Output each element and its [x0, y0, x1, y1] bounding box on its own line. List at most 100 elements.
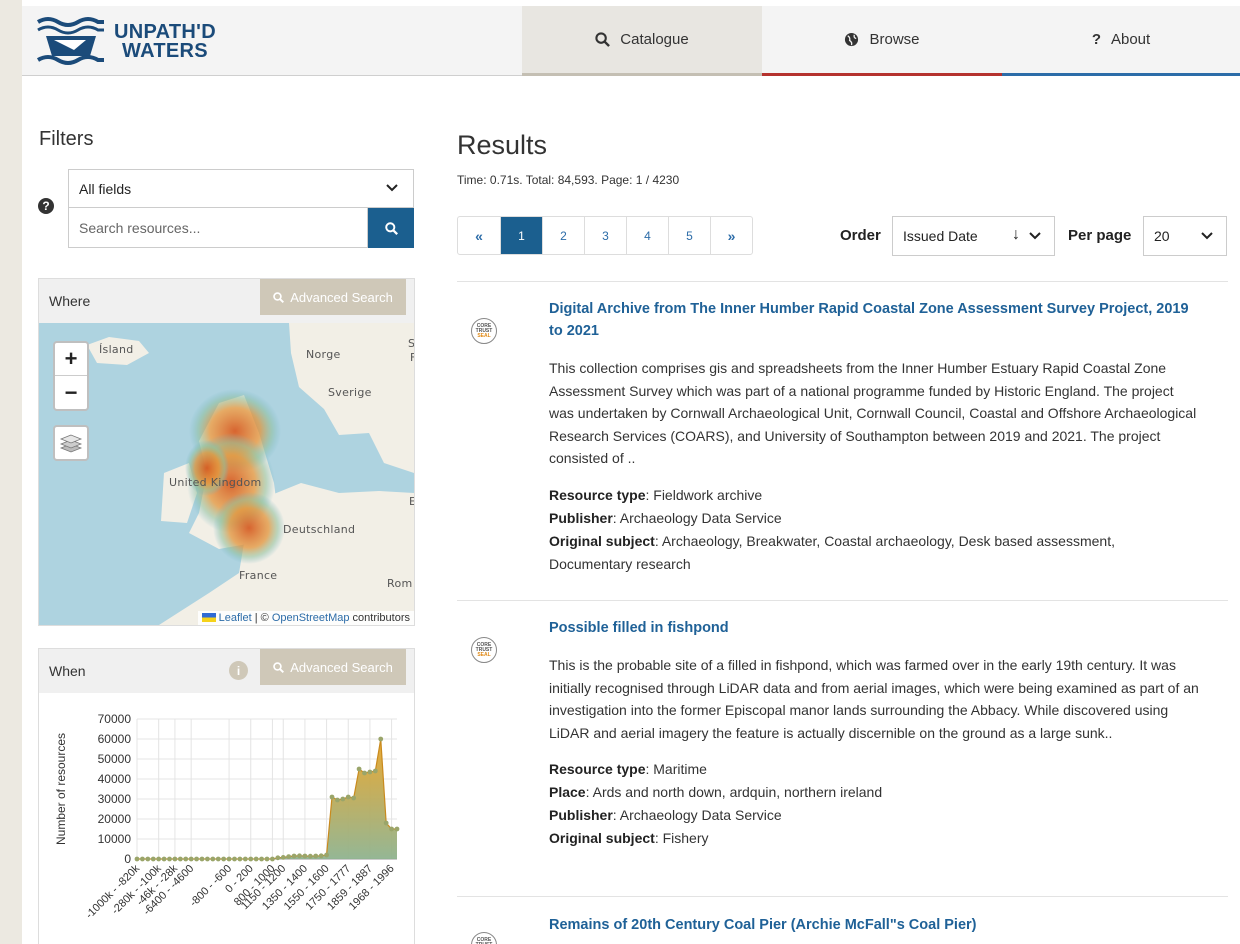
field-select[interactable]: All fields: [68, 169, 414, 208]
meta-key: Resource type: [549, 761, 646, 777]
map-label-norge: Norge: [306, 348, 341, 361]
result-title-link[interactable]: Remains of 20th Century Coal Pier (Archi…: [549, 914, 1199, 936]
data-point: [156, 856, 162, 862]
result-item: Digital Archive from The Inner Humber Ra…: [549, 298, 1199, 576]
map-base: [87, 323, 414, 625]
search-input[interactable]: [68, 208, 368, 248]
meta-key: Resource type: [549, 486, 646, 503]
y-axis-label: Number of resources: [54, 733, 68, 845]
top-header: UNPATH'D WATERS Catalogue Browse ? About: [22, 6, 1240, 76]
divider: [457, 281, 1228, 282]
y-tick-label: 30000: [98, 792, 132, 806]
zoom-in-button[interactable]: +: [55, 343, 87, 376]
result-title-link[interactable]: Digital Archive from The Inner Humber Ra…: [549, 298, 1199, 342]
data-point: [161, 856, 167, 862]
results-title: Results: [457, 130, 548, 160]
leaflet-link[interactable]: Leaflet: [219, 612, 252, 624]
result-meta-row: Original subject: Archaeology, Breakwate…: [549, 530, 1199, 576]
help-icon[interactable]: ?: [38, 198, 54, 214]
field-select-value: All fields: [79, 180, 132, 197]
ukraine-flag-icon: [201, 613, 216, 622]
nav-catalogue[interactable]: Catalogue: [522, 6, 762, 76]
where-label: Where: [49, 293, 91, 309]
layers-icon: [59, 434, 83, 453]
result-meta-row: Publisher: Archaeology Data Service: [549, 804, 1199, 827]
data-point: [356, 766, 362, 772]
when-panel: When i Advanced Search 0 10000 20000 30000 4…: [38, 648, 415, 944]
map-label-rom: Rom: [387, 577, 413, 590]
layers-button[interactable]: [53, 425, 89, 461]
data-point: [140, 856, 145, 862]
when-advanced-search-button[interactable]: Advanced Search: [260, 649, 406, 685]
data-point: [340, 796, 346, 802]
per-page-select[interactable]: 20: [1143, 216, 1227, 256]
map-label-island: Ísland: [99, 343, 134, 356]
results-meta: Time: 0.71s. Total: 84,593. Page: 1 / 42…: [457, 173, 680, 187]
search-icon: [595, 32, 611, 47]
where-advanced-search-label: Advanced Search: [290, 289, 393, 305]
data-point: [389, 826, 394, 832]
meta-value: : Ards and north down, ardquin, northern…: [585, 784, 883, 800]
map-label-s: S: [408, 337, 414, 350]
data-point: [324, 852, 329, 858]
map-label-sverige: Sverige: [328, 386, 372, 399]
map-label-deutschland: Deutschland: [283, 523, 356, 536]
meta-value: : Fieldwork archive: [645, 486, 763, 503]
page-3[interactable]: 3: [584, 217, 626, 254]
when-chart[interactable]: 0 10000 20000 30000 40000 50000 60000 70000 Numb…: [39, 693, 414, 944]
page: UNPATH'D WATERS Catalogue Browse ? About…: [22, 0, 1240, 944]
site-logo[interactable]: UNPATH'D WATERS: [36, 14, 236, 70]
data-point: [226, 856, 232, 862]
data-point: [307, 853, 313, 859]
result-title-link[interactable]: Possible filled in fishpond: [549, 617, 1199, 639]
data-point: [194, 856, 199, 862]
seal-text-3: SEAL: [477, 651, 491, 658]
page-1[interactable]: 1: [500, 217, 542, 254]
osm-link[interactable]: OpenStreetMap: [272, 612, 350, 624]
when-header: When i Advanced Search: [39, 649, 414, 693]
page-last[interactable]: »: [710, 217, 752, 254]
data-point: [394, 826, 400, 832]
map-label-france: France: [239, 569, 278, 582]
globe-icon: [845, 32, 859, 47]
nav-about[interactable]: ? About: [1002, 6, 1240, 76]
data-point: [221, 856, 227, 862]
info-icon[interactable]: i: [229, 661, 248, 680]
map-label-uk: United Kingdom: [169, 476, 262, 489]
where-advanced-search-button[interactable]: Advanced Search: [260, 279, 406, 315]
meta-value: : Maritime: [645, 761, 707, 777]
seal-text-3: SEAL: [477, 332, 491, 339]
map[interactable]: Ísland Norge Sverige United Kingdom Deut…: [39, 323, 414, 625]
where-header: Where Advanced Search: [39, 279, 414, 323]
search-button[interactable]: [368, 208, 414, 248]
map-label-f: F: [410, 351, 414, 364]
y-tick-label: 10000: [98, 832, 132, 846]
data-point: [270, 856, 275, 862]
map-attribution: Leaflet | © OpenStreetMap contributors: [197, 611, 414, 625]
arrow-down-icon[interactable]: ↓: [1012, 226, 1020, 244]
page-4[interactable]: 4: [626, 217, 668, 254]
y-tick-label: 60000: [98, 732, 132, 746]
page-2[interactable]: 2: [542, 217, 584, 254]
result-meta-row: Resource type: Maritime: [549, 758, 1199, 781]
when-advanced-search-label: Advanced Search: [290, 659, 393, 675]
filters-title: Filters: [39, 128, 94, 150]
data-point: [259, 856, 264, 862]
result-meta-row: Original subject: Fishery: [549, 827, 1199, 850]
data-point: [383, 820, 389, 826]
data-point: [134, 856, 140, 862]
core-trust-seal-icon: CORETRUSTSEAL: [471, 318, 497, 344]
y-tick-label: 50000: [98, 752, 132, 766]
zoom-out-button[interactable]: −: [55, 376, 87, 409]
result-meta: Resource type: Fieldwork archive Publish…: [549, 484, 1199, 576]
page-5[interactable]: 5: [668, 217, 710, 254]
order-select[interactable]: Issued Date ↓: [892, 216, 1055, 256]
data-point: [199, 856, 205, 862]
page-first[interactable]: «: [458, 217, 500, 254]
data-point: [253, 856, 259, 862]
when-label: When: [49, 663, 86, 679]
data-point: [145, 856, 151, 862]
data-point: [362, 770, 367, 776]
nav-browse[interactable]: Browse: [762, 6, 1002, 76]
data-point: [177, 856, 183, 862]
